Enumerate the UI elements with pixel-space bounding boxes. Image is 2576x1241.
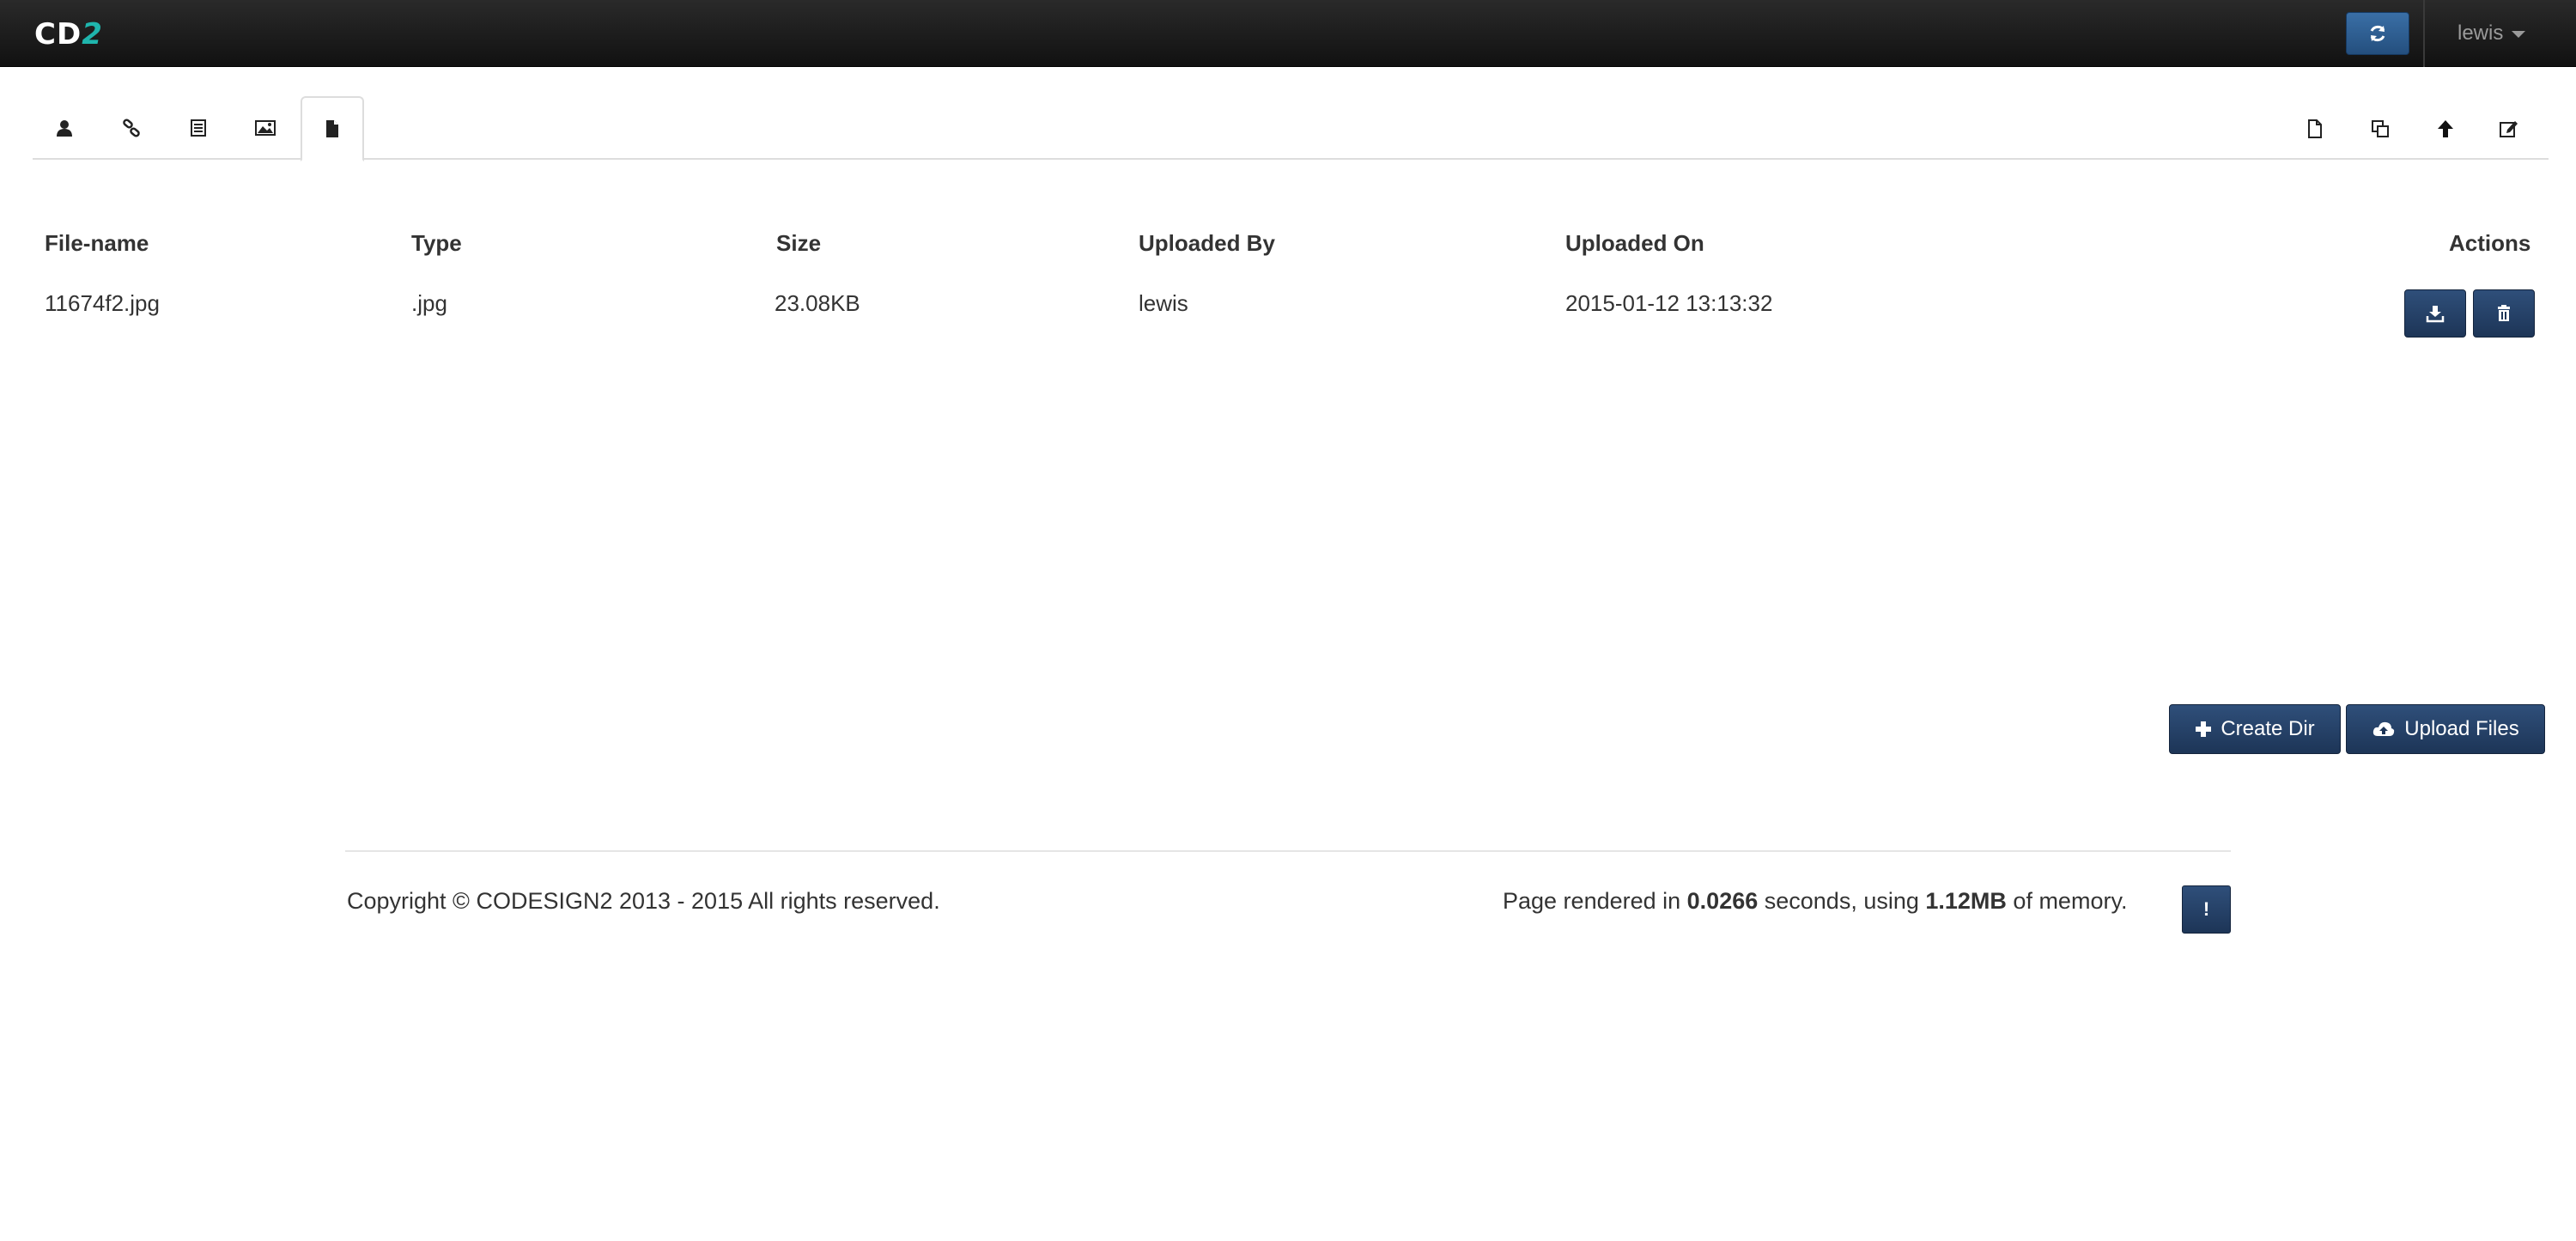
info-label: ! <box>2202 898 2210 920</box>
header-filename: File-name <box>45 230 149 256</box>
nav-divider <box>2423 0 2425 67</box>
delete-button[interactable] <box>2473 289 2535 338</box>
brand-text: CD <box>34 17 82 52</box>
upload-files-button[interactable]: Upload Files <box>2346 704 2545 754</box>
header-type: Type <box>411 230 462 256</box>
top-navbar: CD2 lewis <box>0 0 2576 67</box>
download-button[interactable] <box>2404 289 2466 338</box>
upload-files-label: Upload Files <box>2404 717 2519 740</box>
cell-uploaded-by: lewis <box>1139 290 1188 316</box>
cell-filename: 11674f2.jpg <box>45 290 160 316</box>
create-dir-button[interactable]: Create Dir <box>2169 704 2341 754</box>
debug-info-button[interactable]: ! <box>2182 885 2231 934</box>
copy-button[interactable] <box>2356 105 2404 153</box>
trash-icon <box>2495 304 2512 323</box>
brand-accent: 2 <box>82 17 103 52</box>
header-uploaded-on: Uploaded On <box>1565 230 1704 256</box>
render-info: Page rendered in 0.0266 seconds, using 1… <box>1503 888 2127 915</box>
move-up-button[interactable] <box>2421 105 2470 153</box>
link-icon <box>122 119 141 137</box>
new-file-button[interactable] <box>2291 105 2339 153</box>
tab-users[interactable] <box>33 96 96 160</box>
tab-bar <box>33 96 2549 161</box>
tab-files[interactable] <box>301 96 364 161</box>
download-icon <box>2426 304 2445 323</box>
user-name: lewis <box>2458 21 2504 45</box>
brand-logo[interactable]: CD2 <box>34 19 103 50</box>
copyright-text: Copyright © CODESIGN2 2013 - 2015 All ri… <box>347 888 940 914</box>
refresh-button[interactable] <box>2346 12 2409 55</box>
user-icon <box>55 119 74 137</box>
render-time: 0.0266 <box>1686 888 1759 914</box>
header-size: Size <box>776 230 822 256</box>
create-dir-label: Create Dir <box>2221 717 2315 740</box>
file-icon <box>324 119 341 138</box>
edit-icon <box>2499 119 2519 139</box>
new-file-icon <box>2306 119 2324 139</box>
footer-divider <box>345 850 2231 852</box>
render-prefix: Page rendered in <box>1503 888 1687 914</box>
tab-list[interactable] <box>167 96 230 160</box>
tab-links[interactable] <box>100 96 163 160</box>
cell-uploaded-on: 2015-01-12 13:13:32 <box>1565 290 1773 316</box>
user-menu[interactable]: lewis <box>2458 19 2526 48</box>
header-actions: Actions <box>2449 230 2531 256</box>
edit-button[interactable] <box>2485 105 2533 153</box>
plus-icon <box>2195 721 2212 738</box>
render-middle: seconds, using <box>1758 888 1926 914</box>
render-memory: 1.12MB <box>1925 888 2007 914</box>
copy-icon <box>2370 119 2391 139</box>
caret-down-icon <box>2512 30 2526 38</box>
refresh-icon <box>2367 23 2388 44</box>
list-icon <box>189 119 208 137</box>
arrow-up-icon <box>2436 119 2455 139</box>
cell-type: .jpg <box>411 290 447 316</box>
tab-images[interactable] <box>234 96 297 160</box>
cloud-upload-icon <box>2372 720 2396 739</box>
header-uploaded-by: Uploaded By <box>1139 230 1275 256</box>
render-suffix: of memory. <box>2006 888 2128 914</box>
image-icon <box>254 119 276 137</box>
cell-size: 23.08KB <box>775 290 860 316</box>
